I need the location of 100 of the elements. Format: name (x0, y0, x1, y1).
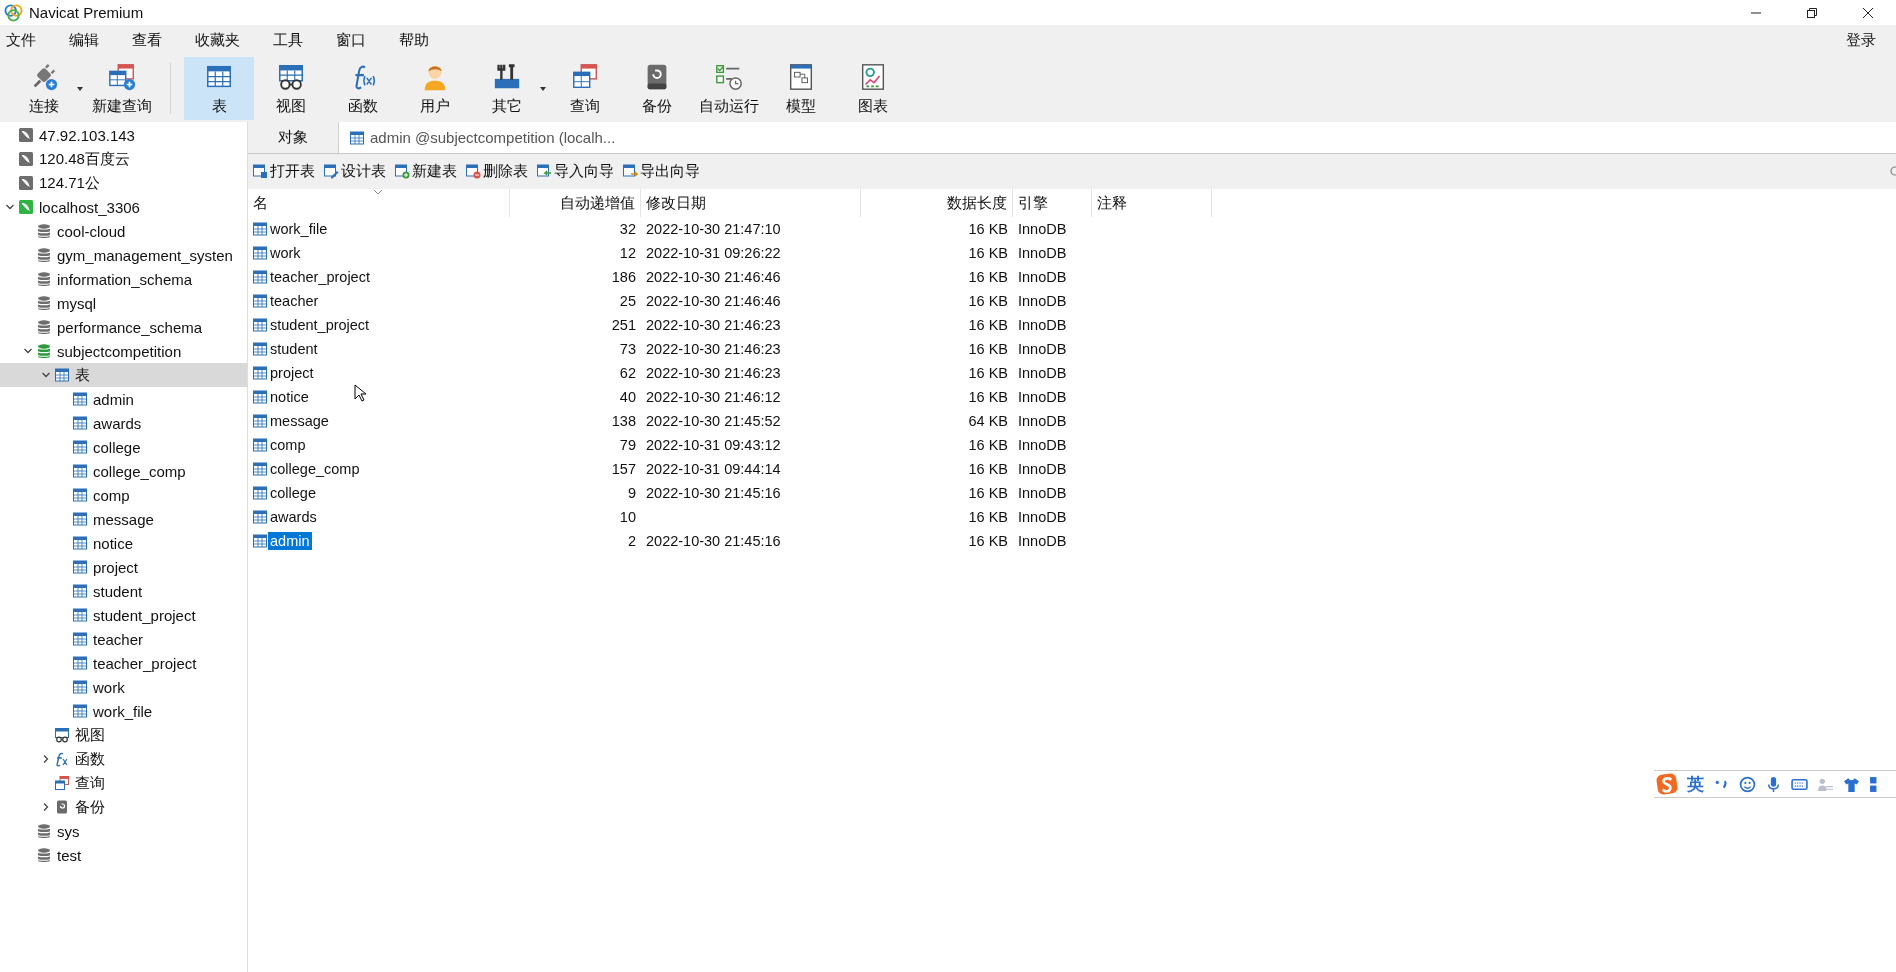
table-cell-text: InnoDB (1017, 269, 1068, 285)
menu-item[interactable]: 工具 (273, 30, 303, 50)
tree-item[interactable]: 视图 (0, 723, 247, 747)
microphone-icon[interactable] (1765, 775, 1782, 793)
tree-item[interactable]: student (0, 579, 247, 603)
tree-item[interactable]: 124.71公 (0, 171, 247, 195)
new-query-icon (107, 61, 137, 92)
column-header[interactable]: 名 (248, 189, 510, 217)
tree-item[interactable]: admin (0, 387, 247, 411)
tree-item[interactable]: 表 (0, 363, 247, 387)
chevron-down-icon[interactable] (23, 346, 33, 356)
tree-item[interactable]: teacher (0, 627, 247, 651)
chevron-right-icon[interactable] (41, 802, 51, 812)
tree-item[interactable]: teacher_project (0, 651, 247, 675)
tree-item[interactable]: performance_schema (0, 315, 247, 339)
table-cell-text: 2 (626, 533, 637, 549)
toolbar-button[interactable]: 视图 (256, 57, 326, 120)
chevron-down-icon[interactable] (41, 370, 51, 380)
tree-item[interactable]: mysql (0, 291, 247, 315)
tree-item[interactable]: information_schema (0, 267, 247, 291)
toolbar-button[interactable]: 表 (184, 57, 254, 120)
table-cell[interactable]: teacher (268, 292, 321, 310)
chevron-down-icon[interactable] (5, 202, 15, 212)
column-header[interactable]: 修改日期 (641, 189, 861, 217)
table-cell[interactable]: comp (268, 436, 308, 454)
tree-item[interactable]: work (0, 675, 247, 699)
toolbar-button[interactable]: 删除表 (465, 161, 528, 181)
dropdown-caret-icon[interactable] (76, 85, 84, 92)
tree-item[interactable]: college (0, 435, 247, 459)
tree-item[interactable]: work_file (0, 699, 247, 723)
table-icon (252, 533, 268, 549)
tab[interactable]: 对象 (248, 122, 338, 153)
toolbar-button[interactable]: 查询 (550, 57, 620, 120)
table-cell[interactable]: message (268, 412, 331, 430)
tree-item[interactable]: project (0, 555, 247, 579)
menu-item[interactable]: 查看 (132, 30, 162, 50)
menu-item[interactable]: 文件 (6, 30, 36, 50)
toolbar-button[interactable]: 备份 (622, 57, 692, 120)
toolbar-button[interactable]: 函数 (328, 57, 398, 120)
tree-item[interactable]: 备份 (0, 795, 247, 819)
table-cell[interactable]: awards (268, 508, 319, 526)
toolbar-button[interactable]: 用户 (400, 57, 470, 120)
shirt-icon[interactable] (1843, 775, 1860, 793)
dropdown-caret-icon[interactable] (539, 85, 547, 92)
table-cell-text: 16 KB (967, 317, 1009, 333)
menu-item[interactable]: 帮助 (399, 30, 429, 50)
table-cell[interactable]: admin (268, 532, 312, 550)
tree-item[interactable]: awards (0, 411, 247, 435)
toolbar-button[interactable]: 导出向导 (622, 161, 700, 181)
menu-item[interactable]: 收藏夹 (195, 30, 240, 50)
tree-item[interactable]: gym_management_systen (0, 243, 247, 267)
table-cell[interactable]: project (268, 364, 316, 382)
login-link[interactable]: 登录 (1846, 30, 1876, 50)
column-header[interactable]: 引擎 (1013, 189, 1092, 217)
tree-item[interactable]: 47.92.103.143 (0, 123, 247, 147)
table-icon (252, 461, 268, 477)
chevron-right-icon[interactable] (41, 754, 51, 764)
table-cell[interactable]: work_file (268, 220, 330, 238)
tree-item[interactable]: college_comp (0, 459, 247, 483)
toolbar-button[interactable]: 设计表 (323, 161, 386, 181)
menu-item[interactable]: 窗口 (336, 30, 366, 50)
tree-item[interactable]: cool-cloud (0, 219, 247, 243)
column-header[interactable]: 数据长度 (861, 189, 1013, 217)
tree-item[interactable]: subjectcompetition (0, 339, 247, 363)
table-cell[interactable]: student (268, 340, 320, 358)
table-cell[interactable]: college (268, 484, 318, 502)
menu-item[interactable]: 编辑 (69, 30, 99, 50)
table-cell-text: 157 (610, 461, 637, 477)
tree-item[interactable]: student_project (0, 603, 247, 627)
tree-item[interactable]: comp (0, 483, 247, 507)
open-table-icon (252, 163, 268, 179)
tree-item[interactable]: sys (0, 819, 247, 843)
toolbar-button[interactable]: 其它 (472, 57, 542, 120)
column-header[interactable]: 注释 (1092, 189, 1212, 217)
tree-item[interactable]: localhost_3306 (0, 195, 247, 219)
table-cell[interactable]: teacher_project (268, 268, 372, 286)
table-cell[interactable]: notice (268, 388, 311, 406)
smiley-icon[interactable] (1739, 775, 1756, 793)
toolbar-button[interactable]: 导入向导 (536, 161, 614, 181)
input-mode-toggle[interactable]: 英 (1687, 772, 1704, 796)
tree-item[interactable]: test (0, 843, 247, 867)
tree-item[interactable]: 查询 (0, 771, 247, 795)
toolbar-button[interactable]: 自动运行 (694, 57, 764, 120)
toolbar-button[interactable]: 模型 (766, 57, 836, 120)
toolbar-button[interactable]: 图表 (838, 57, 908, 120)
toolbar-button[interactable]: 打开表 (252, 161, 315, 181)
toolbar-button[interactable]: 连接 (9, 57, 79, 120)
table-icon (72, 415, 88, 431)
table-cell-text: 16 KB (967, 437, 1009, 453)
column-header[interactable]: 自动递增值 (510, 189, 641, 217)
table-cell[interactable]: work (268, 244, 303, 262)
toolbar-button[interactable]: 新建表 (394, 161, 457, 181)
table-cell-text: 2022-10-30 21:46:46 (645, 293, 782, 309)
table-cell[interactable]: college_comp (268, 460, 362, 478)
table-cell[interactable]: student_project (268, 316, 372, 334)
tree-item[interactable]: notice (0, 531, 247, 555)
tree-item[interactable]: message (0, 507, 247, 531)
tree-item[interactable]: 函数 (0, 747, 247, 771)
tree-item[interactable]: 120.48百度云 (0, 147, 247, 171)
toolbar-button[interactable]: 新建查询 (87, 57, 157, 120)
